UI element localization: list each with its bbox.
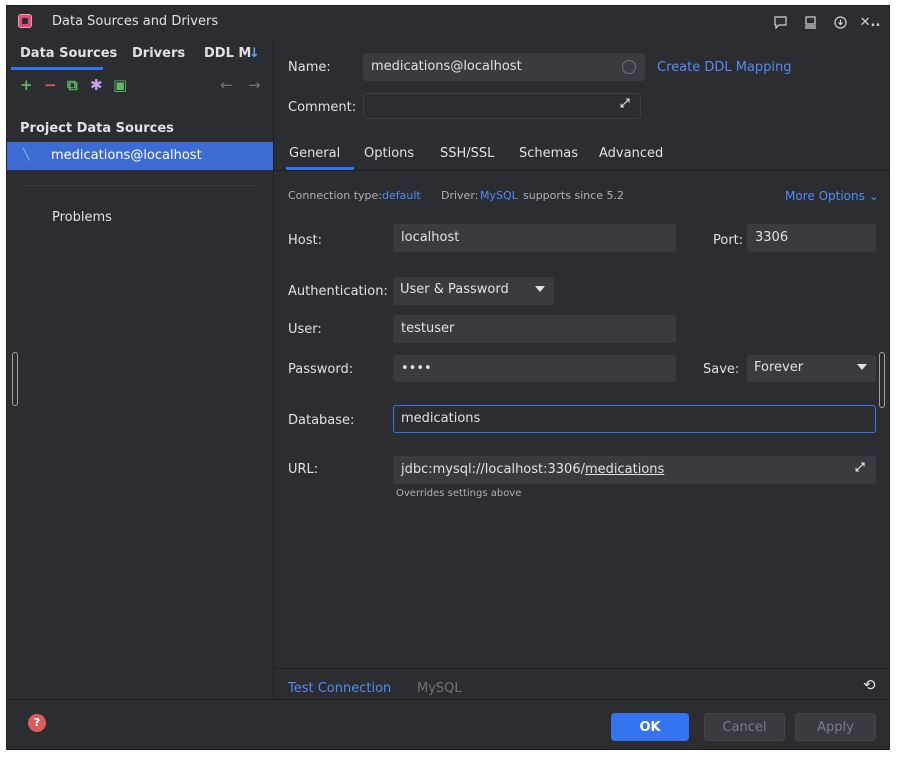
presentation-icon[interactable] (797, 11, 823, 33)
url-label: URL: (288, 462, 319, 477)
user-field[interactable]: testuser (393, 315, 676, 343)
create-ddl-mapping-link[interactable]: Create DDL Mapping (657, 60, 792, 75)
password-label: Password: (288, 362, 354, 377)
comment-label: Comment: (288, 100, 357, 115)
title-bar: Data Sources and Drivers ✕.. (7, 6, 889, 38)
right-scrollbar[interactable] (879, 352, 885, 408)
forward-icon[interactable]: → (248, 76, 261, 94)
add-icon[interactable]: + (20, 76, 33, 94)
app-icon (18, 14, 32, 28)
url-database: medications (584, 462, 665, 477)
connection-type-link[interactable]: default (382, 189, 421, 202)
help-icon[interactable]: ? (28, 714, 46, 732)
tab-options[interactable]: Options (364, 146, 414, 161)
url-prefix: jdbc:mysql://localhost:3306/ (401, 462, 585, 477)
mysql-icon: ╲ (23, 148, 30, 161)
more-options-link[interactable]: More Options ⌄ (785, 189, 879, 203)
password-field[interactable]: •••• (393, 355, 676, 382)
tab-data-sources[interactable]: Data Sources (20, 46, 117, 61)
save-value: Forever (754, 360, 804, 375)
copy-icon[interactable]: ⧉ (67, 76, 78, 94)
footer: ? OK Cancel Apply (7, 699, 889, 749)
remove-icon[interactable]: − (44, 76, 57, 94)
name-field[interactable]: medications@localhost (363, 53, 645, 81)
database-field[interactable]: medications (393, 405, 876, 433)
authentication-label: Authentication: (288, 284, 388, 299)
chevron-down-icon: ⌄ (868, 189, 879, 203)
comment-icon[interactable] (767, 11, 793, 33)
host-field[interactable]: localhost (393, 224, 676, 252)
section-title: Project Data Sources (20, 121, 174, 136)
divider (25, 185, 255, 186)
window-title: Data Sources and Drivers (52, 14, 219, 29)
expand-icon[interactable]: ⤢ (620, 96, 630, 111)
driver-version-text: supports since 5.2 (523, 189, 625, 202)
port-field[interactable]: 3306 (747, 224, 876, 252)
tab-ddl-mappings[interactable]: DDL M (204, 46, 251, 61)
connection-type-label: Connection type: (288, 189, 383, 202)
data-source-item[interactable]: ╲ medications@localhost (7, 142, 273, 170)
bottom-bar: Test Connection MySQL ⟲ (274, 668, 889, 702)
user-label: User: (288, 322, 322, 337)
color-circle-icon[interactable] (622, 60, 636, 74)
url-field[interactable]: jdbc:mysql://localhost:3306/medications (393, 456, 876, 484)
download-icon[interactable] (827, 11, 853, 33)
left-tabs: Data Sources Drivers DDL M ↓ (7, 38, 273, 70)
dropdown-arrow-icon (535, 286, 545, 292)
active-tab-indicator (286, 167, 354, 170)
tab-advanced[interactable]: Advanced (599, 146, 663, 161)
dialog-window: Data Sources and Drivers ✕.. Data Source… (6, 5, 890, 750)
arrow-down-icon[interactable]: ↓ (249, 46, 260, 61)
dropdown-arrow-icon (857, 364, 867, 370)
url-hint: Overrides settings above (396, 488, 522, 499)
database-label: Database: (288, 413, 355, 428)
left-panel: Data Sources Drivers DDL M ↓ + − ⧉ ✱ ▣ ←… (7, 38, 274, 700)
settings-icon[interactable]: ✱ (90, 76, 103, 94)
left-scrollbar[interactable] (12, 352, 18, 406)
comment-field[interactable] (363, 93, 641, 119)
driver-link[interactable]: MySQL (480, 189, 518, 202)
driver-label: Driver: (441, 189, 479, 202)
name-label: Name: (288, 60, 331, 75)
test-connection-link[interactable]: Test Connection (288, 681, 391, 696)
tab-general[interactable]: General (289, 146, 340, 161)
settings-tabs: General Options SSH/SSL Schemas Advanced (274, 134, 889, 171)
tab-drivers[interactable]: Drivers (132, 46, 185, 61)
data-source-label: medications@localhost (51, 148, 202, 163)
left-toolbar: + − ⧉ ✱ ▣ ← → (7, 74, 273, 98)
port-label: Port: (713, 233, 744, 248)
authentication-value: User & Password (400, 282, 509, 297)
authentication-dropdown[interactable]: User & Password (393, 277, 554, 305)
refresh-icon[interactable]: ⟲ (863, 676, 876, 694)
import-icon[interactable]: ▣ (113, 76, 127, 94)
tab-schemas[interactable]: Schemas (519, 146, 578, 161)
apply-button[interactable]: Apply (795, 713, 876, 741)
host-label: Host: (288, 233, 322, 248)
right-panel: Name: medications@localhost Create DDL M… (274, 38, 889, 700)
expand-icon[interactable]: ⤢ (855, 460, 865, 475)
driver-name-text: MySQL (417, 681, 462, 696)
save-label: Save: (703, 362, 740, 377)
back-icon[interactable]: ← (220, 76, 233, 94)
save-dropdown[interactable]: Forever (747, 355, 876, 382)
cancel-button[interactable]: Cancel (704, 713, 785, 741)
close-icon[interactable]: ✕.. (857, 11, 883, 33)
active-tab-indicator (11, 67, 103, 70)
problems-item[interactable]: Problems (52, 210, 112, 225)
ok-button[interactable]: OK (611, 713, 689, 741)
tab-ssh-ssl[interactable]: SSH/SSL (440, 146, 494, 161)
